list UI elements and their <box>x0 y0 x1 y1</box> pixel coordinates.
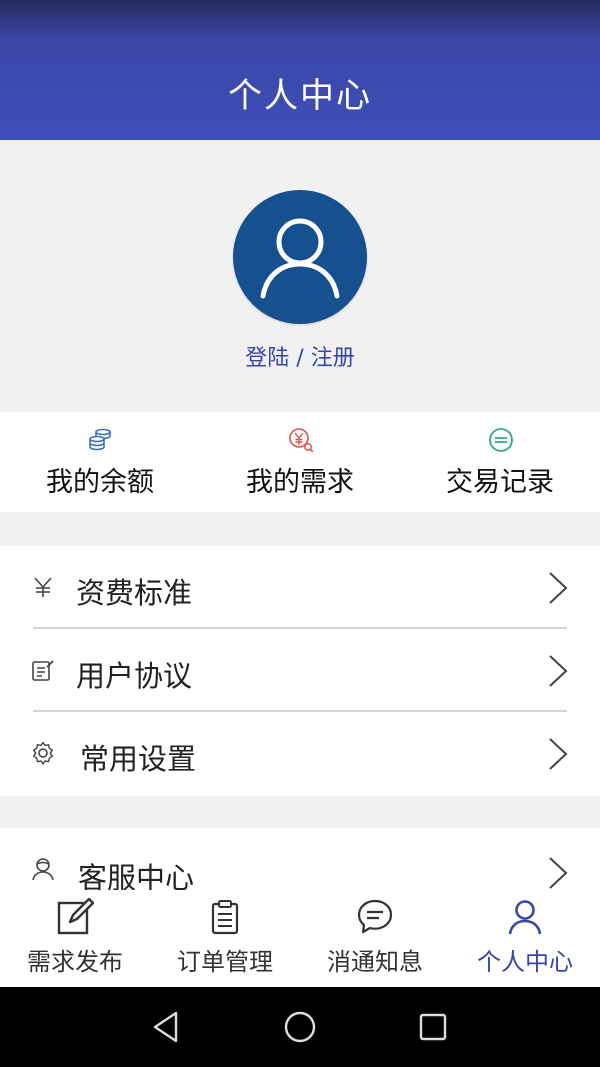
my-balance-button[interactable]: 我的余额 <box>0 412 200 512</box>
tab-order-management[interactable]: 订单管理 <box>150 890 300 987</box>
avatar[interactable] <box>233 190 367 324</box>
tab-label: 消通知息 <box>327 948 423 976</box>
chevron-right-icon <box>549 655 568 687</box>
quick-actions: 我的余额 我的需求 交易记录 <box>0 412 600 512</box>
tab-label: 个人中心 <box>477 948 573 976</box>
tab-notifications[interactable]: 消通知息 <box>300 890 450 987</box>
coins-icon <box>89 428 111 451</box>
gear-icon <box>33 741 53 765</box>
edit-icon <box>57 898 94 935</box>
yen-icon <box>34 577 52 597</box>
transaction-record-button[interactable]: 交易记录 <box>400 412 600 512</box>
chevron-right-icon <box>549 857 568 889</box>
app-header: 个人中心 <box>0 0 600 140</box>
recent-apps-icon[interactable] <box>418 1010 448 1044</box>
my-balance-label: 我的余额 <box>46 467 154 498</box>
bottom-tab-bar: 需求发布 订单管理 消通知息 个人中心 <box>0 890 600 987</box>
chat-icon <box>357 899 393 934</box>
service-menu: 客服中心 <box>0 828 600 898</box>
tab-publish-demand[interactable]: 需求发布 <box>0 890 150 987</box>
my-demand-label: 我的需求 <box>246 467 354 498</box>
menu-item-agreement[interactable]: 用户协议 <box>0 629 600 712</box>
menu-item-pricing[interactable]: 资费标准 <box>0 546 600 629</box>
user-avatar-icon <box>260 218 340 299</box>
edit-note-icon <box>32 660 54 681</box>
chevron-right-icon <box>549 738 568 770</box>
person-icon <box>508 900 542 935</box>
menu-item-settings[interactable]: 常用设置 <box>0 712 600 795</box>
chevron-right-icon <box>549 572 568 604</box>
yen-search-icon <box>289 428 314 453</box>
menu-item-customer-service[interactable]: 客服中心 <box>0 828 600 898</box>
back-icon[interactable] <box>150 1010 182 1044</box>
menu-item-label: 资费标准 <box>76 576 193 610</box>
page-title: 个人中心 <box>228 76 372 116</box>
my-demand-button[interactable]: 我的需求 <box>200 412 400 512</box>
system-nav-bar <box>0 987 600 1067</box>
clipboard-icon <box>211 900 239 935</box>
record-icon <box>489 428 513 452</box>
settings-menu: 资费标准 用户协议 常用设置 <box>0 546 600 796</box>
menu-item-label: 常用设置 <box>80 742 197 776</box>
tab-label: 订单管理 <box>177 948 273 976</box>
profile-section: 登陆 / 注册 <box>0 140 600 412</box>
tab-personal-center[interactable]: 个人中心 <box>450 890 600 987</box>
menu-item-label: 用户协议 <box>76 659 193 693</box>
tab-label: 需求发布 <box>27 948 123 976</box>
login-register-link[interactable]: 登陆 / 注册 <box>0 340 600 372</box>
user-service-icon <box>32 858 54 881</box>
home-icon[interactable] <box>283 1010 317 1044</box>
transaction-record-label: 交易记录 <box>446 467 554 498</box>
